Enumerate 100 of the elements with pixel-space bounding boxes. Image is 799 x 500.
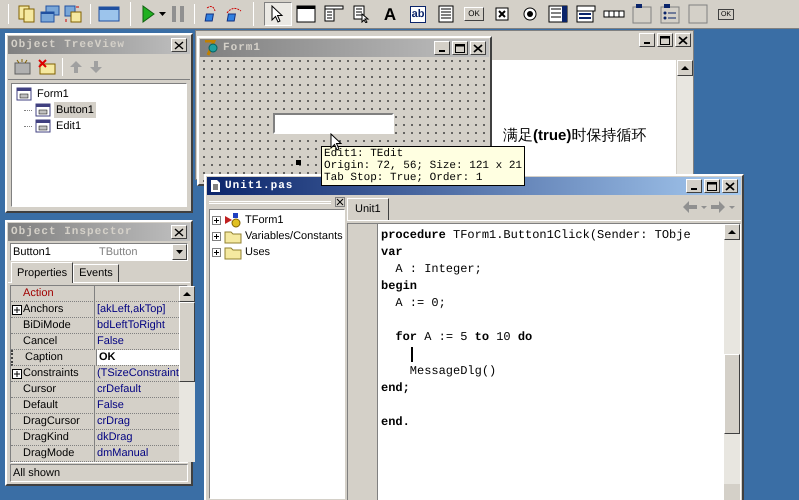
scroll-thumb[interactable]: [178, 302, 195, 382]
maximize-icon: [706, 180, 718, 192]
scroll-up-button[interactable]: [178, 286, 195, 302]
explorer-item[interactable]: Uses: [245, 244, 270, 260]
code-line: var: [381, 245, 403, 259]
property-row[interactable]: DragMode dmManual: [11, 446, 179, 462]
tree-item[interactable]: Edit1: [54, 118, 84, 134]
palette-item[interactable]: ab: [404, 2, 432, 26]
button-glyph: OK: [464, 7, 484, 21]
memo-icon: [438, 5, 454, 23]
object-name: Button1: [12, 244, 52, 260]
palette-item[interactable]: [264, 2, 292, 26]
scrollbar[interactable]: [178, 286, 195, 462]
maximize-button[interactable]: [704, 179, 720, 193]
close-button[interactable]: [171, 38, 187, 52]
property-row[interactable]: Action: [11, 286, 179, 302]
palette-item[interactable]: A: [376, 2, 404, 26]
step-over-icon[interactable]: [225, 5, 243, 23]
minimize-button[interactable]: [639, 33, 655, 47]
up-arrow-icon: [182, 292, 191, 296]
property-name: DragMode: [23, 446, 74, 462]
close-icon[interactable]: [335, 197, 345, 207]
scrollbar[interactable]: [724, 224, 740, 484]
property-row[interactable]: Caption OK: [11, 350, 179, 366]
window-title: Object TreeView: [11, 38, 126, 53]
scroll-up-button[interactable]: [677, 60, 693, 76]
documents-icon[interactable]: [17, 4, 37, 24]
property-value: bdLeftToRight: [97, 318, 165, 333]
scroll-up-button[interactable]: [724, 224, 740, 240]
close-button[interactable]: [470, 41, 486, 55]
toggle-form-unit-icon[interactable]: [63, 4, 83, 24]
form-icon[interactable]: [98, 5, 120, 23]
explorer-item[interactable]: Variables/Constants: [245, 228, 343, 244]
run-icon[interactable]: [141, 5, 155, 23]
maximize-button[interactable]: [452, 41, 468, 55]
property-value: crDefault: [97, 382, 142, 397]
edit-control[interactable]: [273, 113, 394, 134]
property-value: [akLeft,akTop]: [97, 302, 166, 317]
close-icon: [173, 226, 185, 238]
combobox-icon: [576, 5, 596, 23]
scroll-thumb[interactable]: [724, 354, 740, 434]
dropdown-icon[interactable]: [159, 12, 166, 16]
selection-handle[interactable]: [296, 160, 301, 165]
close-button[interactable]: [675, 33, 691, 47]
tooltip-line: Origin: 72, 56; Size: 121 x 21: [324, 160, 522, 172]
close-icon: [724, 180, 736, 192]
code-line: end.: [381, 415, 410, 429]
expand-icon[interactable]: [212, 248, 221, 256]
property-value: crDrag: [97, 414, 130, 429]
popup-menu-icon: [352, 5, 372, 23]
file-icon: [210, 179, 221, 193]
delete-item-icon[interactable]: [38, 58, 56, 74]
folder-icon: [224, 244, 242, 260]
close-button[interactable]: [722, 179, 738, 193]
property-row[interactable]: Constraints (TSizeConstraint: [11, 366, 179, 382]
explorer-item[interactable]: TForm1: [245, 212, 284, 228]
maximize-icon: [659, 34, 671, 46]
palette-item[interactable]: OK: [460, 2, 488, 26]
minimize-button[interactable]: [434, 41, 450, 55]
close-button[interactable]: [171, 225, 187, 239]
scrollbar[interactable]: [677, 60, 693, 174]
tree-item[interactable]: Form1: [35, 86, 71, 102]
form-icon: [16, 87, 32, 101]
expand-icon[interactable]: [212, 216, 221, 224]
windows-icon[interactable]: [40, 4, 60, 24]
frame-icon: [296, 5, 316, 23]
inspector-tab[interactable]: Properties: [11, 262, 74, 283]
property-row[interactable]: DragCursor crDrag: [11, 414, 179, 430]
code-line: end;: [381, 381, 410, 395]
form-icon: [35, 119, 51, 133]
folder-icon: [224, 228, 242, 244]
editor-tab[interactable]: Unit1: [347, 198, 389, 220]
new-item-icon[interactable]: [14, 58, 32, 74]
property-name: Action: [23, 286, 54, 302]
scrollbar-icon: [603, 10, 625, 18]
object-selector[interactable]: Button1 TButton: [10, 243, 188, 261]
property-name: DragKind: [23, 430, 69, 446]
expand-icon[interactable]: [12, 304, 22, 314]
expand-icon[interactable]: [212, 232, 221, 240]
listbox-icon: [548, 5, 568, 23]
code-line: A := 0;: [394, 296, 446, 310]
property-row[interactable]: Cursor crDefault: [11, 382, 179, 398]
code-editor[interactable]: procedure TForm1.Button1Click(Sender: TObje var A : Integer; begin A := 0; for A := 5 to 10 do MessageDlg() end; end.: [378, 224, 724, 500]
property-row[interactable]: DragKind dkDrag: [11, 430, 179, 446]
close-icon: [173, 40, 185, 50]
window-title: Unit1.pas: [225, 178, 294, 194]
maximize-button[interactable]: [657, 33, 673, 47]
property-name: Cursor: [23, 382, 56, 398]
inspector-tab[interactable]: Events: [73, 264, 119, 282]
minimize-button[interactable]: [686, 179, 702, 193]
dropdown-button[interactable]: [172, 244, 187, 260]
tree-item[interactable]: Button1: [54, 102, 96, 118]
property-name: Cancel: [23, 334, 58, 350]
property-value: False: [97, 398, 124, 413]
property-row[interactable]: BiDiMode bdLeftToRight: [11, 318, 179, 334]
property-row[interactable]: Anchors [akLeft,akTop]: [11, 302, 179, 318]
property-row[interactable]: Default False: [11, 398, 179, 414]
expand-icon[interactable]: [12, 368, 22, 378]
minimize-icon: [439, 50, 445, 52]
radio-icon: [523, 7, 537, 21]
